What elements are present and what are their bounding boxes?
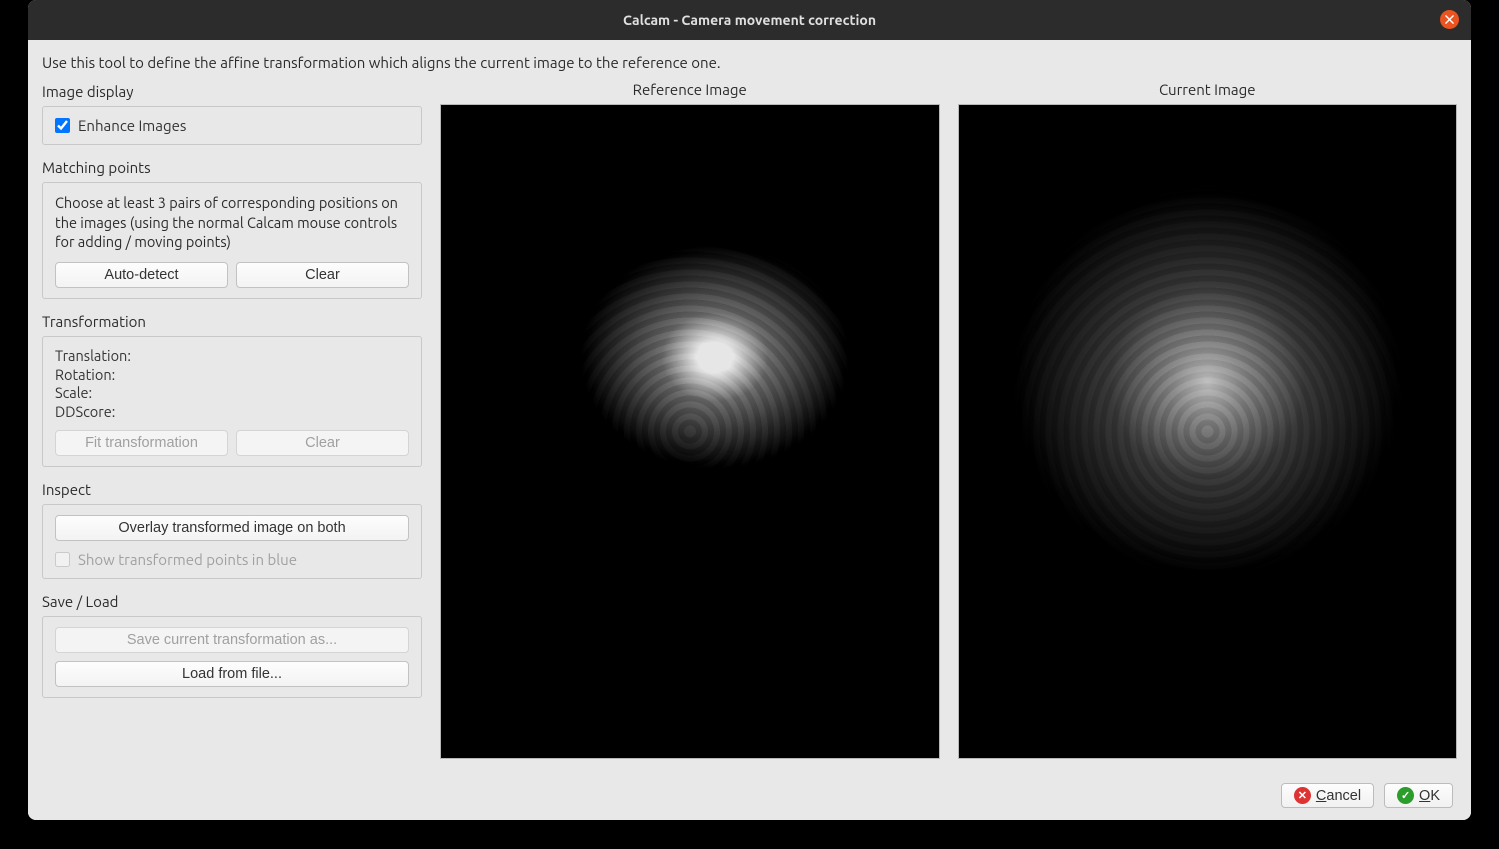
- cancel-icon: ✕: [1294, 787, 1311, 804]
- transformation-panel: Translation: Rotation: Scale: DDScore: F…: [42, 336, 422, 467]
- save-transformation-button: Save current transformation as...: [55, 627, 409, 653]
- cancel-label-rest: ancel: [1326, 788, 1361, 804]
- clear-points-button[interactable]: Clear: [236, 262, 409, 288]
- cancel-label-u: C: [1316, 788, 1326, 804]
- overlay-button[interactable]: Overlay transformed image on both: [55, 515, 409, 541]
- inspect-panel: Overlay transformed image on both Show t…: [42, 504, 422, 579]
- current-image: [959, 183, 1457, 679]
- load-transformation-button[interactable]: Load from file...: [55, 661, 409, 687]
- current-image-label: Current Image: [1159, 81, 1256, 104]
- show-transformed-points-row: Show transformed points in blue: [55, 551, 409, 568]
- fit-transformation-button: Fit transformation: [55, 430, 228, 456]
- show-transformed-points-checkbox: [55, 552, 70, 567]
- window-title: Calcam - Camera movement correction: [623, 12, 876, 28]
- translation-value: Translation:: [55, 347, 409, 366]
- titlebar: Calcam - Camera movement correction: [28, 0, 1471, 40]
- save-load-panel: Save current transformation as... Load f…: [42, 616, 422, 698]
- close-icon: [1445, 15, 1454, 24]
- content-row: Image display Enhance Images Matching po…: [42, 81, 1457, 773]
- matching-points-label: Matching points: [42, 157, 422, 180]
- show-transformed-points-label: Show transformed points in blue: [78, 551, 297, 568]
- scale-value: Scale:: [55, 384, 409, 403]
- reference-image-viewport[interactable]: [440, 104, 940, 759]
- image-display-label: Image display: [42, 81, 422, 104]
- dialog-footer: ✕ Cancel ✓ OK: [42, 773, 1457, 810]
- dialog-body: Use this tool to define the affine trans…: [28, 40, 1471, 820]
- enhance-images-label: Enhance Images: [78, 117, 186, 134]
- ok-label-u: O: [1419, 788, 1430, 804]
- current-image-viewport[interactable]: [958, 104, 1458, 759]
- transformation-values: Translation: Rotation: Scale: DDScore:: [55, 347, 409, 422]
- rotation-value: Rotation:: [55, 366, 409, 385]
- intro-text: Use this tool to define the affine trans…: [42, 50, 1457, 81]
- dialog-window: Calcam - Camera movement correction Use …: [28, 0, 1471, 820]
- enhance-images-row[interactable]: Enhance Images: [55, 117, 409, 134]
- ok-label-rest: K: [1430, 788, 1440, 804]
- reference-image-column: Reference Image: [440, 81, 940, 773]
- reference-image-label: Reference Image: [633, 81, 747, 104]
- enhance-images-checkbox[interactable]: [55, 118, 70, 133]
- auto-detect-button[interactable]: Auto-detect: [55, 262, 228, 288]
- controls-panel: Image display Enhance Images Matching po…: [42, 81, 422, 773]
- current-image-column: Current Image: [958, 81, 1458, 773]
- inspect-label: Inspect: [42, 479, 422, 502]
- transformation-label: Transformation: [42, 311, 422, 334]
- matching-points-hint: Choose at least 3 pairs of corresponding…: [55, 193, 409, 252]
- reference-image: [441, 183, 939, 679]
- ok-icon: ✓: [1397, 787, 1414, 804]
- clear-transformation-button: Clear: [236, 430, 409, 456]
- save-load-label: Save / Load: [42, 591, 422, 614]
- ddscore-value: DDScore:: [55, 403, 409, 422]
- close-button[interactable]: [1440, 10, 1459, 29]
- matching-points-panel: Choose at least 3 pairs of corresponding…: [42, 182, 422, 299]
- ok-button[interactable]: ✓ OK: [1384, 783, 1453, 808]
- cancel-button[interactable]: ✕ Cancel: [1281, 783, 1374, 808]
- image-display-panel: Enhance Images: [42, 106, 422, 145]
